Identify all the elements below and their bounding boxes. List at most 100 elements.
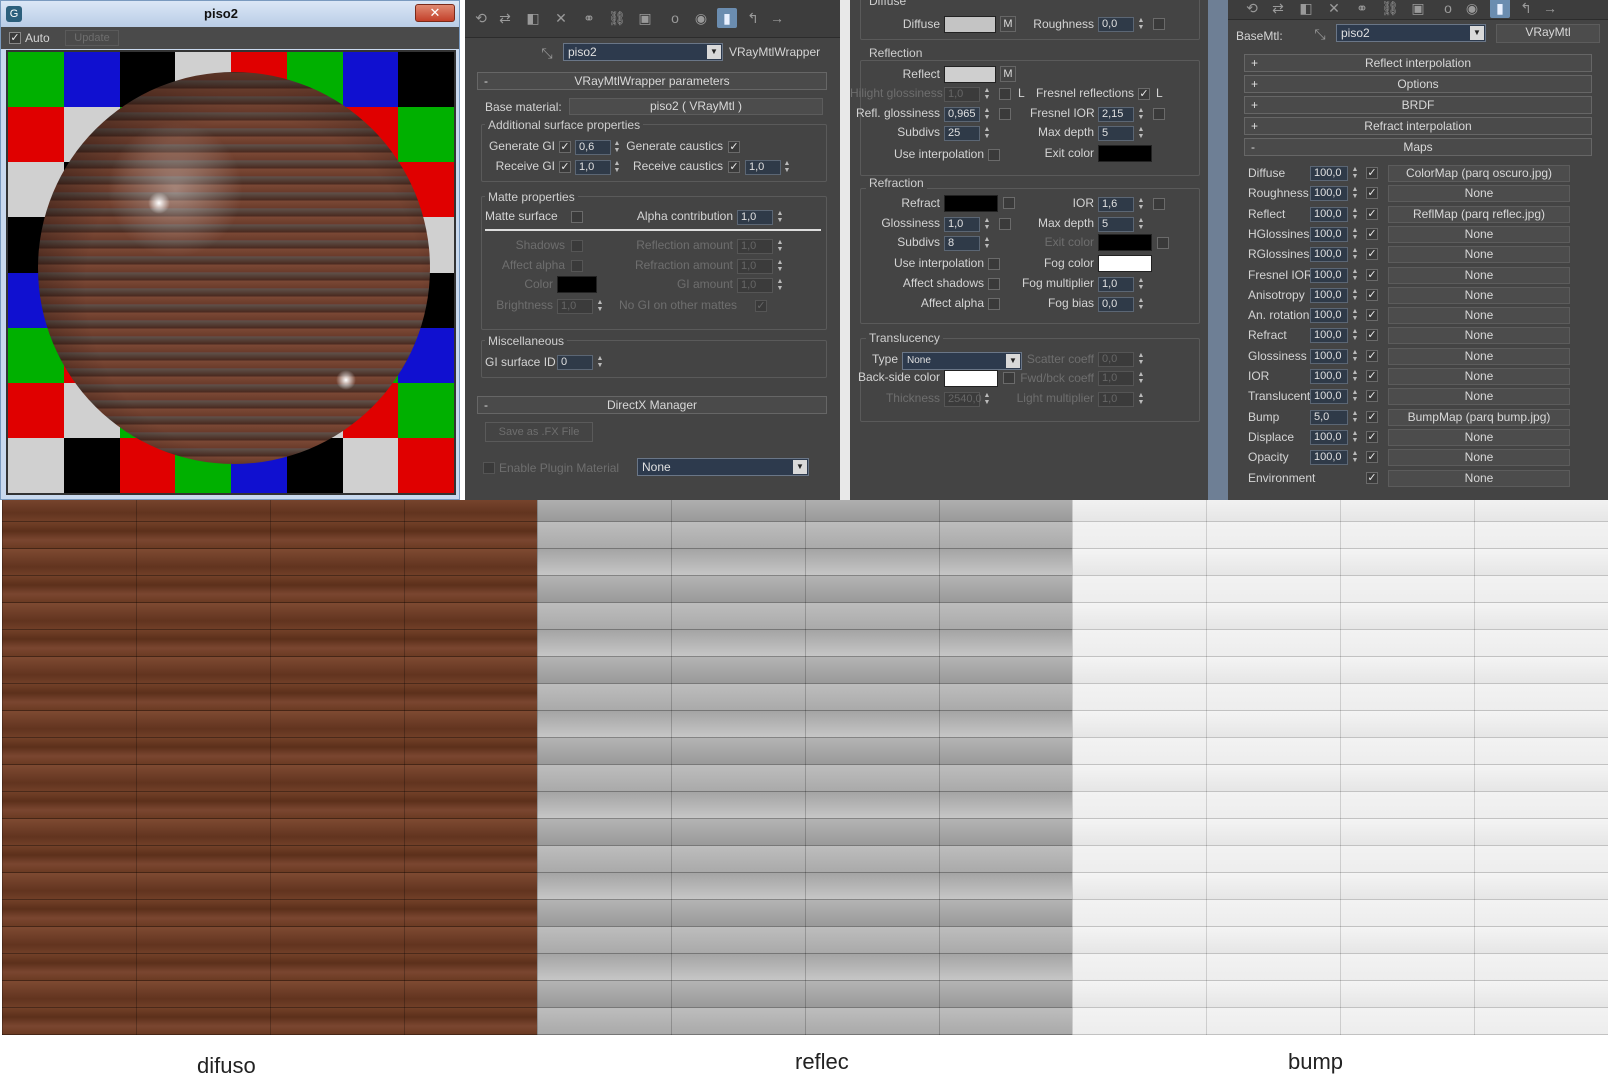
spinner-arrows-icon[interactable]: ▲ ▼	[983, 107, 991, 122]
refract-map-box[interactable]	[1003, 197, 1015, 209]
affect-alpha-checkbox[interactable]	[571, 260, 583, 272]
unique-icon[interactable]: ⛓	[1380, 0, 1400, 18]
fwd-bck-coeff-spinner[interactable]: 1,0	[1098, 371, 1134, 386]
generate-caustics-checkbox[interactable]: ✓	[728, 141, 740, 153]
fresnel-lock-button[interactable]: L	[1156, 86, 1163, 100]
glossiness-spinner[interactable]: 1,0	[944, 217, 980, 232]
spinner-arrows-icon[interactable]: ▲ ▼	[1351, 227, 1359, 242]
map-amount-spinner[interactable]: 100,0	[1310, 267, 1348, 283]
map-enable-checkbox[interactable]: ✓	[1366, 268, 1378, 281]
map-amount-spinner[interactable]: 100,0	[1310, 389, 1348, 405]
roughness-map-box[interactable]	[1153, 18, 1165, 30]
spinner-arrows-icon[interactable]: ▲ ▼	[1351, 450, 1359, 465]
receive-caustics-checkbox[interactable]: ✓	[728, 161, 740, 173]
alpha-contribution-spinner[interactable]: 1,0	[737, 210, 773, 225]
refl-glossiness-spinner[interactable]: 0,965	[944, 107, 980, 122]
map-slot-button[interactable]: None	[1388, 449, 1570, 467]
ior-spinner[interactable]: 1,6	[1098, 197, 1134, 212]
map-slot-button[interactable]: None	[1388, 327, 1570, 345]
map-enable-checkbox[interactable]: ✓	[1366, 349, 1378, 362]
unique-icon[interactable]: ⛓	[607, 8, 627, 28]
gi-surface-id-spinner[interactable]: 0	[557, 355, 593, 370]
map-enable-checkbox[interactable]: ✓	[1366, 227, 1378, 240]
map-enable-checkbox[interactable]: ✓	[1366, 248, 1378, 261]
refl-gloss-map-box[interactable]	[999, 108, 1011, 120]
spinner-arrows-icon[interactable]: ▲ ▼	[776, 210, 784, 225]
spinner-arrows-icon[interactable]: ▲ ▼	[983, 392, 991, 407]
pick-material-icon[interactable]: ⤡	[537, 43, 557, 63]
shadows-checkbox[interactable]	[571, 240, 583, 252]
map-amount-spinner[interactable]: 100,0	[1310, 247, 1348, 263]
effects-icon[interactable]: o	[665, 8, 685, 28]
assign-icon[interactable]: ◧	[523, 8, 543, 28]
reflect-map-button[interactable]: M	[1000, 66, 1016, 82]
close-button[interactable]: ✕	[415, 4, 455, 22]
spinner-arrows-icon[interactable]: ▲ ▼	[1351, 207, 1359, 222]
library-icon[interactable]: ▣	[1408, 0, 1428, 18]
spinner-arrows-icon[interactable]: ▲ ▼	[1351, 247, 1359, 262]
reflection-amount-spinner[interactable]: 1,0	[737, 239, 773, 254]
refl-subdivs-spinner[interactable]: 25	[944, 126, 980, 141]
rollout-3[interactable]: + Refract interpolation	[1244, 117, 1592, 135]
spinner-arrows-icon[interactable]: ▲ ▼	[1351, 389, 1359, 404]
base-material-button[interactable]: piso2 ( VRayMtl )	[569, 98, 823, 115]
enable-plugin-checkbox[interactable]	[483, 462, 495, 474]
show-end-icon[interactable]: ▮	[1490, 0, 1510, 18]
map-enable-checkbox[interactable]: ✓	[1366, 451, 1378, 464]
map-slot-button[interactable]: None	[1388, 368, 1570, 385]
spinner-arrows-icon[interactable]: ▲ ▼	[596, 299, 604, 314]
spinner-arrows-icon[interactable]: ▲ ▼	[1137, 107, 1145, 122]
show-map-icon[interactable]: ◉	[1462, 0, 1482, 18]
spinner-arrows-icon[interactable]: ▲ ▼	[613, 160, 621, 175]
ior-map-box[interactable]	[1153, 198, 1165, 210]
spinner-arrows-icon[interactable]: ▲ ▼	[1351, 369, 1359, 384]
spinner-arrows-icon[interactable]: ▲ ▼	[776, 239, 784, 254]
rollout-2[interactable]: + BRDF	[1244, 96, 1592, 114]
fresnel-ior-map-box[interactable]	[1153, 108, 1165, 120]
refl-exit-color-swatch[interactable]	[1098, 145, 1152, 162]
delete-icon[interactable]: ✕	[551, 8, 571, 28]
refl-max-depth-spinner[interactable]: 5	[1098, 126, 1134, 141]
spinner-arrows-icon[interactable]: ▲ ▼	[1351, 308, 1359, 323]
maps-material-dropdown[interactable]: piso2 ▼	[1336, 24, 1486, 42]
render-viewport[interactable]	[6, 50, 456, 495]
put-material-icon[interactable]: ⇄	[1268, 0, 1288, 18]
map-slot-button[interactable]: None	[1388, 286, 1570, 304]
preview-titlebar[interactable]: G piso2 ✕	[1, 1, 459, 27]
map-amount-spinner[interactable]: 100,0	[1310, 186, 1348, 202]
spinner-arrows-icon[interactable]: ▲ ▼	[983, 87, 991, 102]
map-enable-checkbox[interactable]: ✓	[1366, 410, 1378, 423]
refract-color-swatch[interactable]	[944, 195, 998, 212]
map-slot-button[interactable]: BumpMap (parq bump.jpg)	[1388, 408, 1570, 426]
spinner-arrows-icon[interactable]: ▲ ▼	[613, 140, 621, 155]
translucency-type-dropdown[interactable]: None ▼	[902, 352, 1022, 370]
spinner-arrows-icon[interactable]: ▲ ▼	[983, 236, 991, 251]
map-slot-button[interactable]: None	[1388, 225, 1570, 243]
maps-rollout[interactable]: - Maps	[1244, 138, 1592, 156]
rollout-0[interactable]: + Reflect interpolation	[1244, 54, 1592, 72]
hilight-lock-button[interactable]: L	[1018, 86, 1025, 100]
map-amount-spinner[interactable]: 100,0	[1310, 226, 1348, 242]
fog-bias-spinner[interactable]: 0,0	[1098, 297, 1134, 312]
auto-checkbox[interactable]: ✓	[9, 32, 21, 44]
copy-icon[interactable]: ⚭	[579, 8, 599, 28]
reflect-color-swatch[interactable]	[944, 66, 996, 83]
map-amount-spinner[interactable]: 100,0	[1310, 287, 1348, 303]
map-enable-checkbox[interactable]: ✓	[1366, 390, 1378, 403]
map-enable-checkbox[interactable]: ✓	[1366, 309, 1378, 322]
spinner-arrows-icon[interactable]: ▲ ▼	[1351, 268, 1359, 283]
map-enable-checkbox[interactable]: ✓	[1366, 167, 1378, 179]
material-type-button[interactable]: VRayMtlWrapper	[729, 45, 820, 59]
no-gi-checkbox[interactable]: ✓	[755, 300, 767, 312]
map-amount-spinner[interactable]: 100,0	[1310, 450, 1348, 466]
spinner-arrows-icon[interactable]: ▲ ▼	[1351, 288, 1359, 303]
spinner-arrows-icon[interactable]: ▲ ▼	[596, 355, 604, 370]
get-material-icon[interactable]: ⟲	[1242, 0, 1262, 18]
map-enable-checkbox[interactable]: ✓	[1366, 471, 1378, 484]
glossiness-map-box[interactable]	[999, 218, 1011, 230]
refr-max-depth-spinner[interactable]: 5	[1098, 217, 1134, 232]
spinner-arrows-icon[interactable]: ▲ ▼	[1137, 352, 1145, 367]
map-enable-checkbox[interactable]: ✓	[1366, 329, 1378, 342]
spinner-arrows-icon[interactable]: ▲ ▼	[1351, 410, 1359, 425]
map-amount-spinner[interactable]: 100,0	[1310, 206, 1348, 222]
